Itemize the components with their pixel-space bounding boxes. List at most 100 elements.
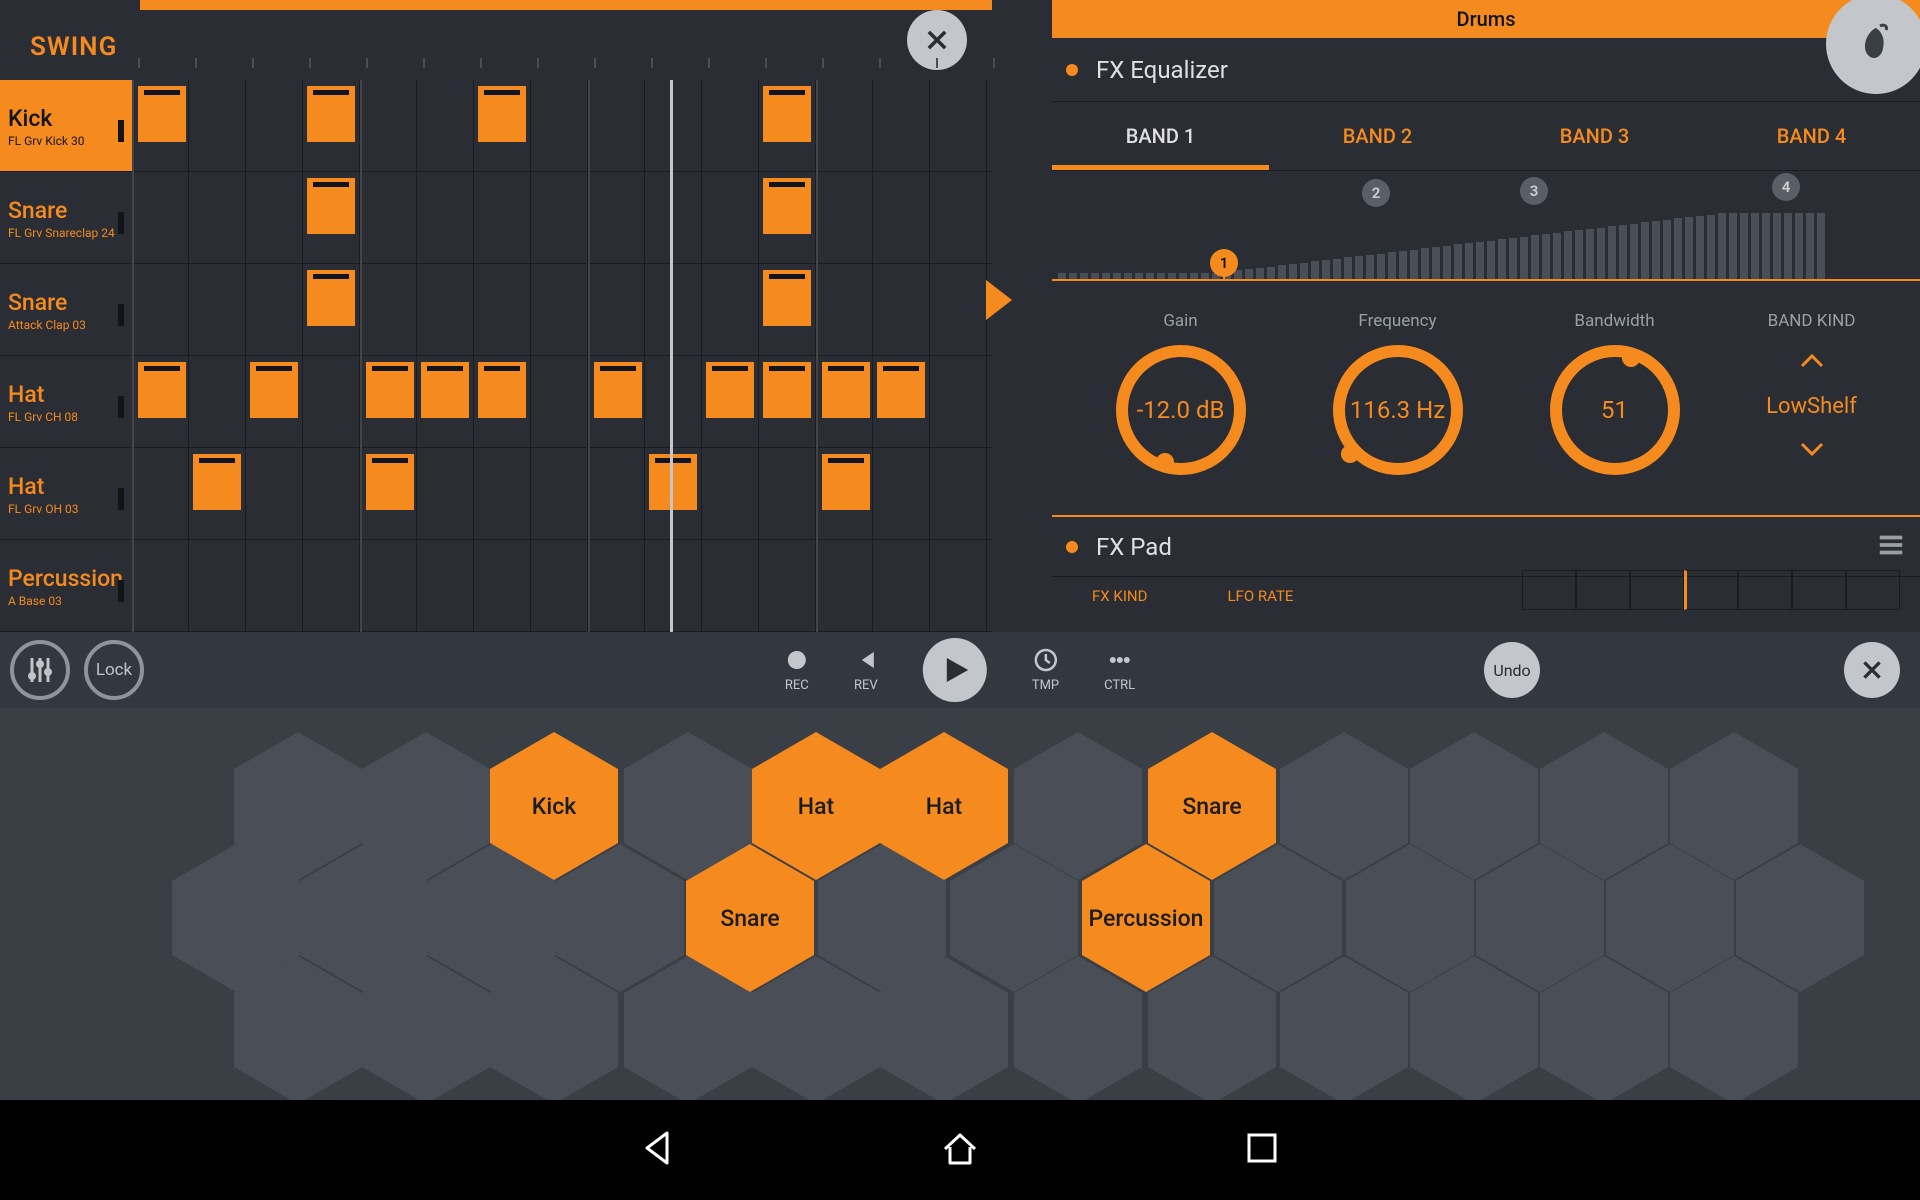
grid-cell[interactable] [246, 448, 303, 540]
grid-cell[interactable] [189, 264, 246, 356]
grid-cell[interactable] [531, 448, 588, 540]
grid-cell[interactable] [189, 356, 246, 448]
grid-cell[interactable] [873, 540, 930, 632]
grid-cell[interactable] [873, 172, 930, 264]
grid-cell[interactable] [873, 80, 930, 172]
track-item-hat[interactable]: HatFL Grv CH 08 [0, 356, 132, 448]
note[interactable] [763, 362, 811, 418]
note[interactable] [366, 362, 414, 418]
note[interactable] [706, 362, 754, 418]
band-tab-4[interactable]: BAND 4 [1703, 102, 1920, 170]
fx-pad-menu-button[interactable] [1876, 530, 1906, 564]
grid-cell[interactable] [189, 80, 246, 172]
note[interactable] [250, 362, 298, 418]
drum-pad-empty[interactable] [1410, 956, 1538, 1104]
grid-cell[interactable] [930, 172, 987, 264]
grid-cell[interactable] [531, 540, 588, 632]
drum-pad-empty[interactable] [362, 956, 490, 1104]
grid-cell[interactable] [645, 172, 702, 264]
grid-cell[interactable] [132, 448, 189, 540]
grid-cell[interactable] [930, 264, 987, 356]
eq-node-2[interactable]: 2 [1362, 179, 1390, 207]
grid-cell[interactable] [816, 540, 873, 632]
fx-active-indicator[interactable] [1066, 64, 1078, 76]
band-tab-1[interactable]: BAND 1 [1052, 102, 1269, 170]
grid-cell[interactable] [360, 172, 417, 264]
grid-cell[interactable] [759, 540, 816, 632]
grid-cell[interactable] [702, 356, 759, 448]
grid-cell[interactable] [873, 356, 930, 448]
back-button[interactable] [637, 1127, 679, 1173]
play-button[interactable] [923, 638, 987, 702]
grid-cell[interactable] [816, 80, 873, 172]
note[interactable] [649, 454, 697, 510]
grid-cell[interactable] [246, 172, 303, 264]
track-item-snare[interactable]: SnareFL Grv Snareclap 24 [0, 172, 132, 264]
grid-cell[interactable] [132, 80, 189, 172]
grid-cell[interactable] [759, 356, 816, 448]
note[interactable] [763, 178, 811, 234]
grid-cell[interactable] [474, 540, 531, 632]
track-item-kick[interactable]: KickFL Grv Kick 30 [0, 80, 132, 172]
grid-cell[interactable] [588, 356, 645, 448]
grid-cell[interactable] [417, 172, 474, 264]
note[interactable] [877, 362, 925, 418]
band-tab-3[interactable]: BAND 3 [1486, 102, 1703, 170]
grid-cell[interactable] [645, 356, 702, 448]
grid-cell[interactable] [246, 264, 303, 356]
chevron-down-icon[interactable] [1792, 433, 1832, 468]
grid-cell[interactable] [873, 448, 930, 540]
gain-knob[interactable]: -12.0 dB [1116, 345, 1246, 475]
grid-cell[interactable] [531, 172, 588, 264]
grid-cell[interactable] [702, 172, 759, 264]
note[interactable] [307, 270, 355, 326]
lock-button[interactable]: Lock [84, 640, 144, 700]
expand-arrow-icon[interactable] [986, 280, 1012, 320]
grid-cell[interactable] [303, 448, 360, 540]
grid-cell[interactable] [474, 80, 531, 172]
drum-pad-empty[interactable] [1280, 956, 1408, 1104]
sequencer-top-track[interactable] [140, 0, 992, 10]
grid-cell[interactable] [930, 356, 987, 448]
eq-node-3[interactable]: 3 [1520, 177, 1548, 205]
fx-header[interactable]: Drums [1052, 0, 1920, 38]
note[interactable] [594, 362, 642, 418]
grid-cell[interactable] [189, 448, 246, 540]
grid-cell[interactable] [588, 540, 645, 632]
lfo-rate-label[interactable]: LFO RATE [1227, 587, 1293, 605]
close-pads-button[interactable] [1844, 642, 1900, 698]
grid-cell[interactable] [930, 540, 987, 632]
swing-label[interactable]: SWING [30, 32, 117, 62]
rewind-button[interactable]: REV [854, 648, 878, 693]
grid-cell[interactable] [588, 172, 645, 264]
grid-cell[interactable] [588, 448, 645, 540]
grid-cell[interactable] [474, 356, 531, 448]
grid-cell[interactable] [189, 172, 246, 264]
mixer-button[interactable] [10, 640, 70, 700]
grid-cell[interactable] [417, 80, 474, 172]
grid-cell[interactable] [702, 264, 759, 356]
ctrl-button[interactable]: CTRL [1104, 648, 1135, 693]
grid-cell[interactable] [417, 264, 474, 356]
grid-cell[interactable] [303, 264, 360, 356]
grid-cell[interactable] [930, 448, 987, 540]
grid-cell[interactable] [360, 540, 417, 632]
grid-cell[interactable] [132, 356, 189, 448]
grid-cell[interactable] [702, 80, 759, 172]
band-tab-2[interactable]: BAND 2 [1269, 102, 1486, 170]
note[interactable] [478, 362, 526, 418]
grid-cell[interactable] [759, 264, 816, 356]
chevron-up-icon[interactable] [1792, 345, 1832, 380]
sequencer-grid[interactable] [132, 80, 992, 632]
grid-cell[interactable] [645, 448, 702, 540]
drum-pad-empty[interactable] [1540, 956, 1668, 1104]
note[interactable] [822, 454, 870, 510]
grid-cell[interactable] [816, 356, 873, 448]
grid-cell[interactable] [702, 448, 759, 540]
grid-cell[interactable] [246, 356, 303, 448]
grid-cell[interactable] [360, 356, 417, 448]
record-button[interactable]: REC [785, 648, 809, 693]
drum-pad-empty[interactable] [234, 956, 362, 1104]
note[interactable] [138, 362, 186, 418]
grid-cell[interactable] [303, 80, 360, 172]
